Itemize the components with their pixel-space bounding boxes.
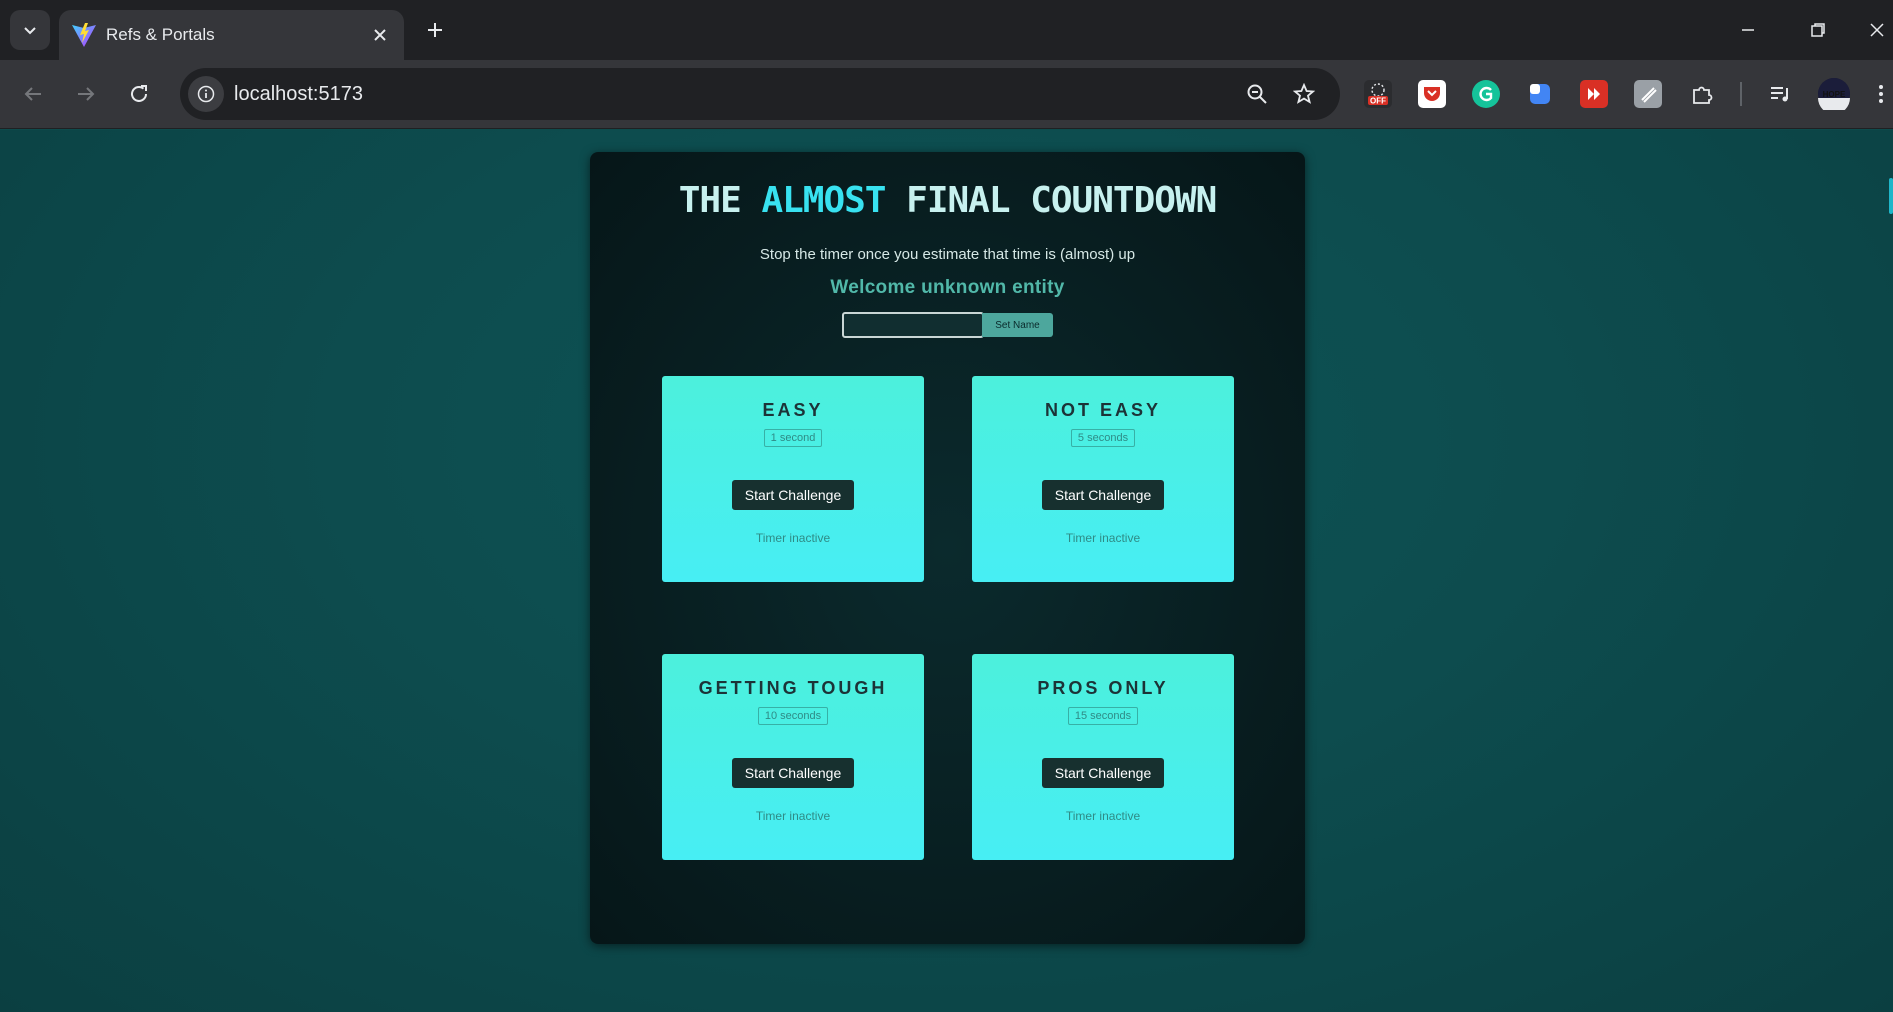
url-text: localhost:5173 — [234, 83, 363, 105]
media-extension-button[interactable] — [1580, 80, 1608, 108]
grammarly-extension-icon — [1479, 86, 1493, 102]
challenge-card-not-easy: NOT EASY 5 seconds Start Challenge Timer… — [972, 376, 1234, 582]
challenge-title: GETTING TOUGH — [698, 678, 888, 698]
browser-toolbar: localhost:5173 OFF HOPE — [0, 60, 1893, 129]
tab-title: Refs & Portals — [106, 25, 215, 44]
app-panel: THE ALMOST FINAL COUNTDOWN Stop the time… — [590, 152, 1305, 944]
offline-extension-icon: OFF — [1368, 83, 1388, 106]
player-name-input[interactable] — [842, 312, 984, 338]
close-window-button[interactable] — [1860, 12, 1893, 48]
vite-logo-icon — [72, 23, 96, 47]
timer-status: Timer inactive — [755, 531, 831, 545]
challenge-duration: 15 seconds — [972, 706, 1234, 725]
site-info-button[interactable] — [188, 76, 224, 112]
challenge-card-getting-tough: GETTING TOUGH 10 seconds Start Challenge… — [662, 654, 924, 860]
start-challenge-button[interactable]: Start Challenge — [1042, 480, 1164, 510]
player-name-form: Set Name — [842, 312, 1053, 338]
welcome-message: Welcome unknown entity — [830, 277, 1065, 298]
puzzle-icon — [1693, 86, 1713, 104]
challenge-card-easy: EASY 1 second Start Challenge Timer inac… — [662, 376, 924, 582]
more-vertical-icon — [1878, 85, 1883, 103]
page-title: THE ALMOST FINAL COUNTDOWN — [590, 180, 1305, 221]
restore-icon — [1811, 23, 1825, 37]
tab-manager-extension-button[interactable] — [1526, 80, 1554, 108]
set-name-button[interactable]: Set Name — [982, 313, 1053, 337]
offline-badge-text: OFF — [1370, 97, 1386, 106]
timer-status: Timer inactive — [1065, 531, 1141, 545]
tab-manager-extension-icon — [1530, 84, 1550, 104]
duration-badge: 10 seconds — [757, 707, 829, 725]
minimize-button[interactable] — [1728, 12, 1768, 48]
restore-button[interactable] — [1798, 12, 1838, 48]
pocket-extension-icon — [1424, 87, 1440, 101]
close-icon — [374, 29, 386, 41]
profile-avatar-button[interactable]: HOPE — [1818, 78, 1850, 110]
avatar-text: HOPE — [1823, 90, 1846, 99]
chevron-down-icon — [24, 27, 36, 35]
timer-status: Timer inactive — [755, 809, 831, 823]
notes-extension-icon — [1641, 87, 1657, 103]
reload-icon — [131, 85, 147, 102]
challenge-title: NOT EASY — [1044, 400, 1161, 420]
browser-menu-button[interactable] — [1868, 80, 1893, 108]
tab-search-button[interactable] — [10, 10, 50, 50]
duration-badge: 5 seconds — [1070, 429, 1136, 447]
browser-tab-bar: Refs & Portals — [0, 0, 1893, 60]
challenge-card-pros-only: PROS ONLY 15 seconds Start Challenge Tim… — [972, 654, 1234, 860]
notes-extension-button[interactable] — [1634, 80, 1662, 108]
page-viewport: THE ALMOST FINAL COUNTDOWN Stop the time… — [0, 130, 1893, 1012]
challenge-duration: 10 seconds — [662, 706, 924, 725]
forward-button[interactable] — [68, 76, 104, 112]
bookmark-button[interactable] — [1290, 80, 1318, 108]
start-challenge-button[interactable]: Start Challenge — [732, 480, 854, 510]
grammarly-extension-button[interactable] — [1472, 80, 1500, 108]
challenge-title: PROS ONLY — [1037, 678, 1169, 698]
title-suffix: FINAL COUNTDOWN — [885, 180, 1217, 221]
info-icon — [197, 85, 215, 103]
page-subtitle: Stop the timer once you estimate that ti… — [759, 246, 1136, 263]
back-button[interactable] — [15, 76, 51, 112]
duration-badge: 1 second — [763, 429, 823, 447]
start-challenge-button[interactable]: Start Challenge — [1042, 758, 1164, 788]
challenge-duration: 5 seconds — [972, 428, 1234, 447]
address-bar[interactable]: localhost:5173 — [180, 68, 1340, 120]
zoom-button[interactable] — [1243, 80, 1271, 108]
reload-button[interactable] — [121, 76, 157, 112]
avatar: HOPE — [1818, 78, 1850, 110]
start-challenge-button[interactable]: Start Challenge — [732, 758, 854, 788]
timer-status: Timer inactive — [1065, 809, 1141, 823]
challenge-duration: 1 second — [662, 428, 924, 447]
close-icon — [1869, 23, 1884, 37]
browser-tab[interactable]: Refs & Portals — [59, 10, 404, 60]
plus-icon — [428, 23, 442, 37]
duration-badge: 15 seconds — [1067, 707, 1139, 725]
extensions-menu-button[interactable] — [1688, 80, 1716, 108]
media-controls-button[interactable] — [1766, 80, 1794, 108]
zoom-out-icon — [1247, 84, 1267, 104]
scroll-marker — [1889, 178, 1893, 214]
new-tab-button[interactable] — [420, 15, 450, 45]
star-icon — [1293, 83, 1315, 104]
title-prefix: THE — [678, 180, 762, 221]
media-extension-icon — [1588, 88, 1600, 100]
toolbar-divider — [1740, 82, 1742, 106]
minimize-icon — [1742, 29, 1754, 31]
playlist-icon — [1771, 87, 1788, 102]
arrow-left-icon — [24, 87, 41, 101]
offline-extension-button[interactable]: OFF — [1364, 80, 1392, 108]
title-accent: ALMOST — [761, 180, 886, 221]
tab-close-button[interactable] — [368, 23, 392, 47]
arrow-right-icon — [78, 87, 95, 101]
pocket-extension-button[interactable] — [1418, 80, 1446, 108]
challenge-title: EASY — [762, 400, 824, 420]
